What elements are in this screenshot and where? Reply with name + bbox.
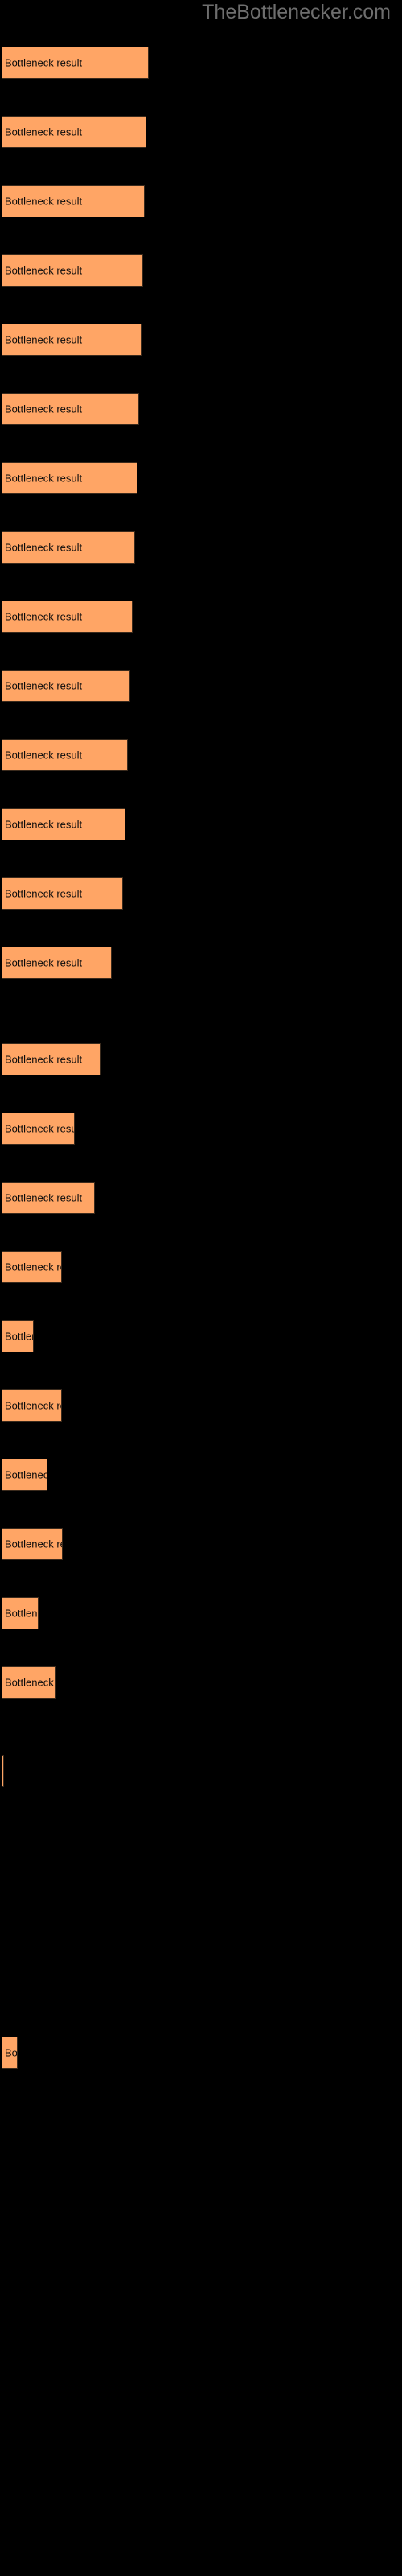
bar-label: Bottleneck result (5, 1261, 61, 1274)
bar-bottleneck-result: Bottleneck result (2, 2037, 18, 2069)
bar-bottleneck-result: Bottleneck result (2, 1113, 75, 1145)
bar-bottleneck-result: Bottleneck result (2, 670, 130, 702)
bar-label: Bottleneck result (5, 1191, 83, 1204)
bar-bottleneck-result: Bottleneck result (2, 1251, 62, 1283)
bar-bottleneck-result: Bottleneck result (2, 877, 123, 910)
bar-bottleneck-result: Bottleneck result (2, 324, 142, 356)
bar-label: Bottleneck result (5, 1607, 38, 1620)
bar-label: Bottleneck result (5, 818, 83, 831)
bar-bottleneck-result: Bottleneck result (2, 808, 125, 840)
bar-label: Bottleneck result (5, 126, 83, 138)
bar-bottleneck-result: Bottleneck result (2, 1755, 4, 1787)
bar-bottleneck-result: Bottleneck result (2, 1597, 39, 1629)
bar-label: Bottleneck result (5, 541, 83, 554)
bar-label: Bottleneck result (5, 402, 83, 415)
bar-label: Bottleneck result (5, 195, 83, 208)
bar-bottleneck-result: Bottleneck result (2, 1528, 63, 1560)
bar-bottleneck-result: Bottleneck result (2, 1459, 47, 1491)
bar-label: Bottleneck result (5, 887, 83, 900)
bar-label: Bottleneck result (5, 1538, 62, 1550)
bar-bottleneck-result: Bottleneck result (2, 462, 137, 494)
bar-bottleneck-result: Bottleneck result (2, 739, 128, 771)
bar-label: Bottleneck result (5, 333, 83, 346)
bar-label: Bottleneck result (5, 264, 83, 277)
bar-label: Bottleneck result (5, 1399, 61, 1412)
bar-bottleneck-result: Bottleneck result (2, 185, 145, 217)
bar-bottleneck-result: Bottleneck result (2, 254, 143, 287)
bar-bottleneck-result: Bottleneck result (2, 1389, 62, 1422)
bar-bottleneck-result: Bottleneck result (2, 393, 139, 425)
bar-label: Bottleneck result (5, 1053, 83, 1066)
bar-label: Bottleneck result (5, 472, 83, 485)
bottleneck-chart: TheBottlenecker.com Bottleneck result Bot… (0, 0, 402, 2576)
bar-label: Bottleneck result (5, 1122, 75, 1135)
bar-bottleneck-result: Bottleneck result (2, 47, 149, 79)
bar-label: Bottleneck result (5, 1676, 55, 1689)
bar-bottleneck-result: Bottleneck result (2, 531, 135, 564)
bar-bottleneck-result: Bottleneck result (2, 1043, 100, 1075)
bar-label: Bottleneck result (5, 1468, 47, 1481)
bar-bottleneck-result: Bottleneck result (2, 1666, 56, 1699)
bar-bottleneck-result: Bottleneck result (2, 1182, 95, 1214)
bar-label: Bottleneck result (5, 610, 83, 623)
bar-label: Bottleneck result (5, 1330, 33, 1343)
bar-label: Bottleneck result (5, 2046, 18, 2059)
bar-bottleneck-result: Bottleneck result (2, 1320, 34, 1352)
bar-bottleneck-result: Bottleneck result (2, 601, 133, 633)
bar-list: Bottleneck result Bottleneck result Bottle… (0, 0, 402, 2576)
bar-label: Bottleneck result (5, 749, 83, 762)
bar-label: Bottleneck result (5, 679, 83, 692)
bar-label: Bottleneck result (5, 56, 83, 69)
bar-bottleneck-result: Bottleneck result (2, 116, 146, 148)
bar-bottleneck-result: Bottleneck result (2, 947, 112, 979)
bar-label: Bottleneck result (5, 956, 83, 969)
